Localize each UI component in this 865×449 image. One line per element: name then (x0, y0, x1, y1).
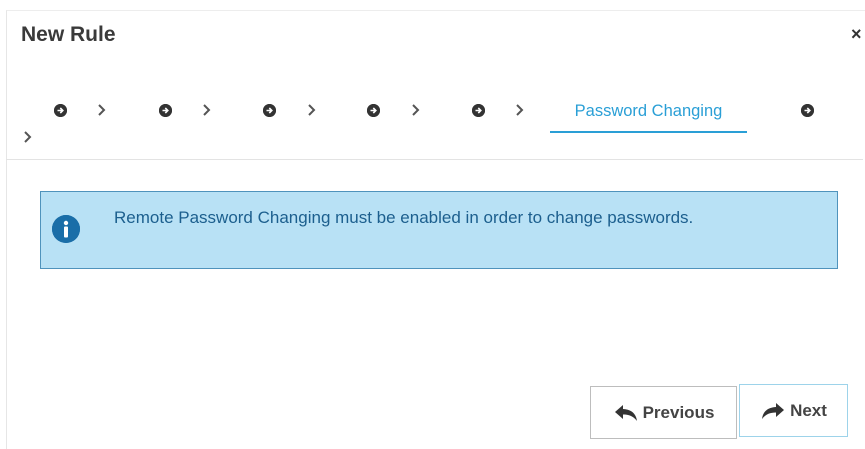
chevron-right-icon (98, 104, 106, 116)
info-icon (52, 215, 80, 243)
chevron-right-icon (24, 131, 32, 143)
chevron-right-icon (203, 104, 211, 116)
chevron-right-icon (516, 104, 524, 116)
step-5-arrow-circle-right-icon[interactable] (472, 104, 485, 117)
step-4-arrow-circle-right-icon[interactable] (367, 104, 380, 117)
chevron-right-icon (412, 104, 420, 116)
tab-password-changing[interactable]: Password Changing (550, 100, 747, 133)
forward-arrow-icon (762, 402, 785, 419)
step-7-arrow-circle-right-icon[interactable] (801, 104, 814, 117)
step-2-arrow-circle-right-icon[interactable] (159, 104, 172, 117)
alert-message: Remote Password Changing must be enabled… (114, 208, 694, 227)
next-label: Next (790, 400, 827, 420)
previous-button[interactable]: Previous (590, 386, 737, 439)
next-button[interactable]: Next (739, 384, 848, 437)
chevron-right-icon (308, 104, 316, 116)
step-3-arrow-circle-right-icon[interactable] (263, 104, 276, 117)
info-alert: Remote Password Changing must be enabled… (40, 191, 838, 269)
divider (6, 159, 863, 160)
close-icon[interactable]: × (851, 24, 862, 45)
reply-arrow-icon (614, 404, 637, 421)
step-1-arrow-circle-right-icon[interactable] (54, 104, 67, 117)
previous-label: Previous (642, 402, 715, 422)
dialog-title: New Rule (21, 23, 116, 46)
